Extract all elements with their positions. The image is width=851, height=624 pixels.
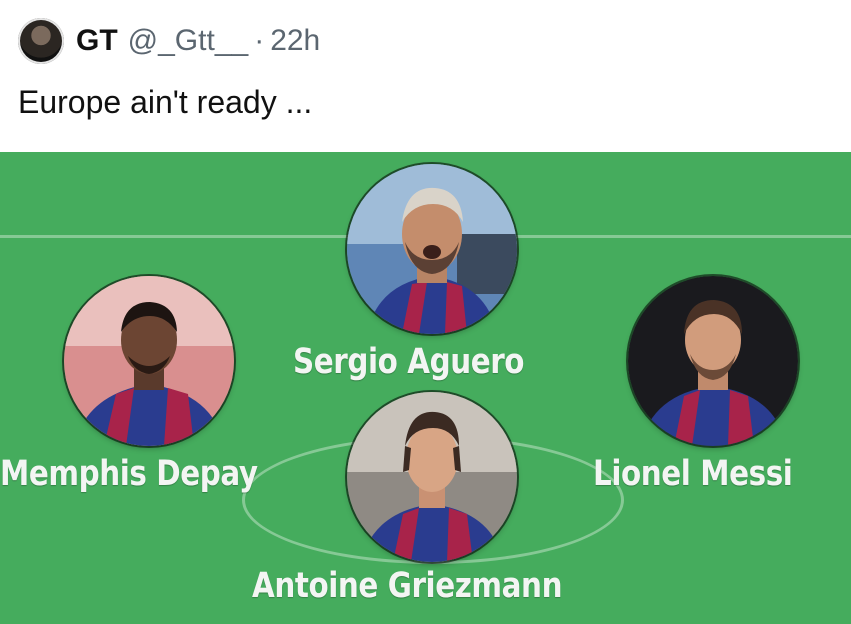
player-photo-aguero bbox=[347, 164, 517, 334]
tweet-header: GT @_Gtt__ · 22h bbox=[18, 16, 320, 66]
user-handle[interactable]: @_Gtt__ bbox=[128, 24, 249, 58]
tweet-card: GT @_Gtt__ · 22h Europe ain't ready ... bbox=[0, 0, 851, 624]
player-name-messi: Lionel Messi bbox=[593, 454, 793, 494]
lineup-image[interactable]: Sergio Aguero Memphis Depay Lionel Messi… bbox=[0, 152, 851, 624]
display-name[interactable]: GT bbox=[76, 24, 118, 58]
tweet-text: Europe ain't ready ... bbox=[18, 84, 313, 120]
separator-dot: · bbox=[254, 24, 265, 57]
player-photo-depay bbox=[64, 276, 234, 446]
player-photo-messi bbox=[628, 276, 798, 446]
player-name-aguero: Sergio Aguero bbox=[293, 342, 525, 382]
player-photo-griezmann bbox=[347, 392, 517, 562]
player-name-depay: Memphis Depay bbox=[0, 454, 258, 494]
avatar[interactable] bbox=[18, 18, 64, 64]
player-name-griezmann: Antoine Griezmann bbox=[252, 566, 563, 606]
timestamp[interactable]: 22h bbox=[270, 24, 320, 58]
